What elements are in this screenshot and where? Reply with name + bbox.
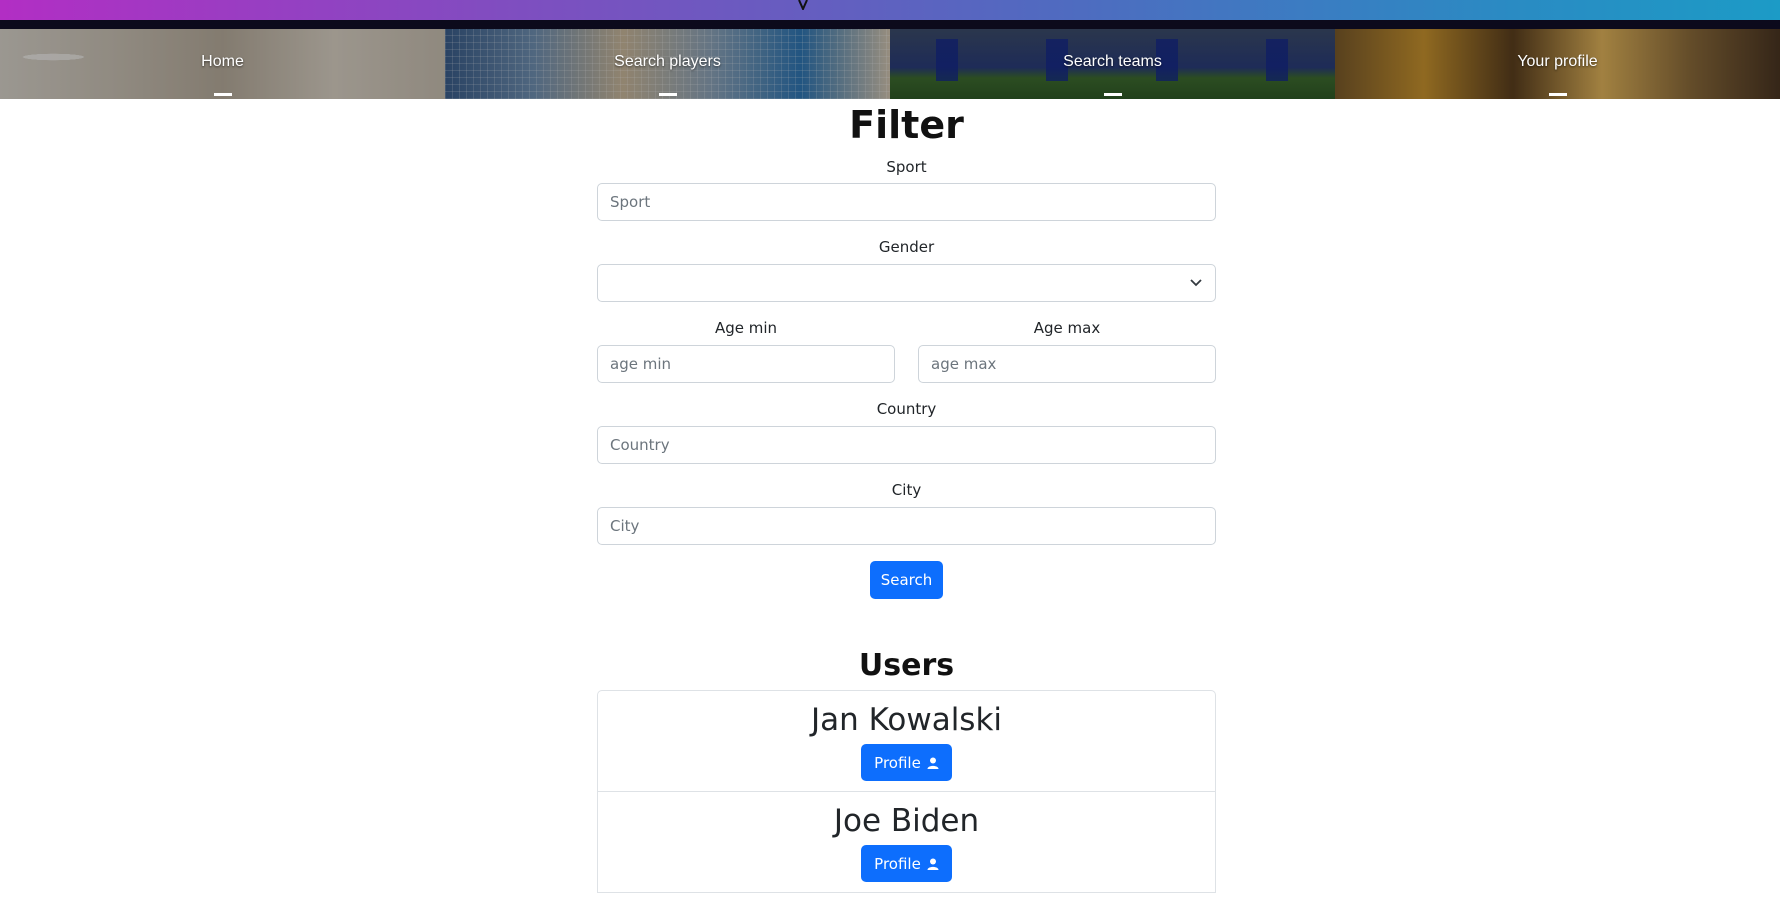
nav-tile-underline bbox=[1103, 93, 1122, 96]
gender-label: Gender bbox=[878, 238, 935, 256]
profile-button[interactable]: Profile bbox=[861, 744, 952, 781]
header-gradient-bar bbox=[0, 0, 1780, 20]
nav-tile-search-teams[interactable]: Search teams bbox=[890, 29, 1335, 99]
chevron-down-icon bbox=[1190, 279, 1202, 287]
profile-button-label: Profile bbox=[874, 854, 921, 873]
city-input[interactable]: City bbox=[597, 507, 1216, 545]
main-nav: Home Search players Search teams Your pr… bbox=[0, 29, 1780, 99]
country-label: Country bbox=[876, 400, 937, 418]
users-section: Users Jan Kowalski Profile Joe Biden Pro… bbox=[597, 646, 1216, 893]
nav-tile-underline bbox=[213, 93, 232, 96]
search-button-row: Search bbox=[597, 561, 1216, 599]
list-item: Jan Kowalski Profile bbox=[598, 691, 1215, 792]
main-content: Filter Sport Sport Gender Age min age mi… bbox=[597, 99, 1216, 893]
age-max-group: Age max age max bbox=[918, 317, 1216, 383]
age-min-group: Age min age min bbox=[597, 317, 895, 383]
sport-input[interactable]: Sport bbox=[597, 183, 1216, 221]
nav-tile-search-players[interactable]: Search players bbox=[445, 29, 890, 99]
profile-button-label: Profile bbox=[874, 753, 921, 772]
age-max-label: Age max bbox=[1033, 319, 1101, 337]
nav-tile-label: Home bbox=[201, 53, 244, 70]
nav-tile-your-profile[interactable]: Your profile bbox=[1335, 29, 1780, 99]
country-input[interactable]: Country bbox=[597, 426, 1216, 464]
user-name: Jan Kowalski bbox=[810, 702, 1003, 738]
profile-button[interactable]: Profile bbox=[861, 845, 952, 882]
gender-select[interactable] bbox=[597, 264, 1216, 302]
nav-tile-home[interactable]: Home bbox=[0, 29, 445, 99]
sport-label: Sport bbox=[886, 158, 927, 176]
filter-title: Filter bbox=[849, 103, 964, 147]
age-min-input[interactable]: age min bbox=[597, 345, 895, 383]
logo-icon bbox=[798, 0, 808, 10]
filter-form: Filter Sport Sport Gender Age min age mi… bbox=[597, 99, 1216, 599]
users-title: Users bbox=[858, 648, 955, 683]
nav-tile-label: Search players bbox=[614, 53, 721, 70]
list-item: Joe Biden Profile bbox=[598, 792, 1215, 893]
nav-tile-label: Search teams bbox=[1063, 53, 1162, 70]
users-list: Jan Kowalski Profile Joe Biden Profile bbox=[597, 690, 1216, 893]
age-min-label: Age min bbox=[714, 319, 778, 337]
age-range-row: Age min age min Age max age max bbox=[597, 317, 1216, 383]
age-max-input[interactable]: age max bbox=[918, 345, 1216, 383]
nav-tile-underline bbox=[1548, 93, 1567, 96]
header-divider bbox=[0, 20, 1780, 29]
city-label: City bbox=[891, 481, 922, 499]
nav-tile-label: Your profile bbox=[1517, 53, 1598, 70]
search-button[interactable]: Search bbox=[870, 561, 943, 599]
person-icon bbox=[927, 757, 939, 769]
user-name: Joe Biden bbox=[833, 803, 980, 839]
nav-tile-underline bbox=[658, 93, 677, 96]
person-icon bbox=[927, 858, 939, 870]
